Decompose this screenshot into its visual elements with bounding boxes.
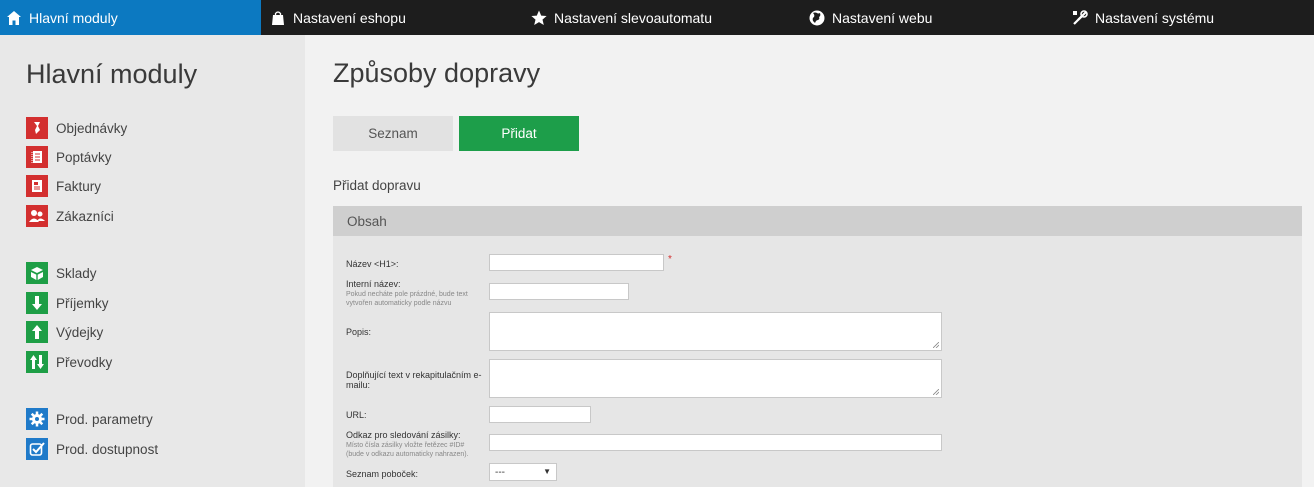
sidebar-item-label: Prod. parametry	[56, 411, 153, 427]
tracking-hint: Místo čísla zásilky vložte řetězec #ID# …	[346, 442, 469, 458]
internal-name-label: Interní název: Pokud necháte pole prázdn…	[346, 279, 486, 308]
arrow-down-icon	[26, 292, 48, 314]
name-input[interactable]	[489, 254, 664, 271]
url-label: URL:	[346, 410, 367, 420]
star-icon	[531, 10, 547, 25]
tools-icon	[1073, 9, 1088, 25]
tab-label: Hlavní moduly	[29, 9, 118, 26]
sidebar-item-prijemky[interactable]: Příjemky	[26, 292, 109, 314]
branches-label: Seznam poboček:	[346, 469, 419, 479]
tab-label: Nastavení eshopu	[293, 9, 406, 26]
checkbox-icon	[26, 438, 48, 460]
branches-select[interactable]: --- ▼	[489, 463, 557, 481]
invoices-icon	[26, 175, 48, 197]
gear-icon	[26, 408, 48, 430]
tab-hlavni-moduly[interactable]: Hlavní moduly	[0, 0, 261, 35]
warehouse-icon	[26, 262, 48, 284]
description-label: Popis:	[346, 327, 372, 337]
internal-name-hint: Pokud necháte pole prázdné, bude text vy…	[346, 291, 468, 307]
resize-handle-icon[interactable]	[933, 389, 939, 395]
sidebar-item-label: Faktury	[56, 178, 102, 194]
sidebar-item-label: Převodky	[56, 354, 113, 370]
panel-header: Obsah	[333, 206, 1302, 236]
description-textarea[interactable]	[489, 312, 942, 351]
sidebar-item-faktury[interactable]: Faktury	[26, 175, 101, 197]
globe-icon	[809, 10, 825, 25]
internal-name-input[interactable]	[489, 283, 629, 300]
page-title: Způsoby dopravy	[333, 58, 541, 88]
tab-label: Nastavení slevoautomatu	[554, 9, 712, 26]
sidebar-title: Hlavní moduly	[26, 59, 198, 89]
name-label: Název <H1>:	[346, 259, 399, 269]
sidebar-item-vydejky[interactable]: Výdejky	[26, 321, 103, 343]
sidebar-item-label: Objednávky	[56, 120, 128, 136]
sidebar-item-label: Sklady	[56, 265, 97, 281]
sidebar-item-label: Příjemky	[56, 295, 109, 311]
sidebar-item-zakaznici[interactable]: Zákazníci	[26, 205, 114, 227]
top-navigation: Hlavní moduly Nastavení eshopu Nastavení…	[0, 0, 1314, 35]
sidebar-item-prod-parametry[interactable]: Prod. parametry	[26, 408, 153, 430]
sidebar-item-label: Poptávky	[56, 149, 112, 165]
tab-nastaveni-eshopu[interactable]: Nastavení eshopu	[270, 0, 406, 35]
required-mark: *	[668, 254, 672, 265]
branches-value: ---	[495, 466, 505, 478]
shopping-bag-icon	[272, 10, 284, 25]
url-input[interactable]	[489, 406, 591, 423]
tab-nastaveni-webu[interactable]: Nastavení webu	[809, 0, 932, 35]
arrow-up-icon	[26, 321, 48, 343]
customers-icon	[26, 205, 48, 227]
home-icon	[7, 10, 21, 25]
add-button[interactable]: Přidat	[459, 116, 579, 151]
tracking-label: Odkaz pro sledování zásilky: Místo čísla…	[346, 430, 476, 459]
panel-title: Obsah	[347, 213, 387, 229]
tab-label: Nastavení webu	[832, 9, 933, 26]
sidebar-item-objednavky[interactable]: Objednávky	[26, 117, 127, 139]
orders-icon	[26, 117, 48, 139]
inquiries-icon	[26, 146, 48, 168]
sidebar-item-label: Výdejky	[56, 324, 104, 340]
sidebar-item-prevodky[interactable]: Převodky	[26, 351, 112, 373]
extra-text-label: Doplňující text v rekapitulačním e-mailu…	[346, 370, 482, 390]
extra-text-textarea[interactable]	[489, 359, 942, 398]
sidebar-item-label: Zákazníci	[56, 208, 114, 224]
sidebar-item-poptavky[interactable]: Poptávky	[26, 146, 112, 168]
tracking-input[interactable]	[489, 434, 942, 451]
section-label: Přidat dopravu	[333, 178, 421, 193]
tab-nastaveni-systemu[interactable]: Nastavení systému	[1072, 0, 1214, 35]
tab-nastaveni-slevoautomatu[interactable]: Nastavení slevoautomatu	[531, 0, 712, 35]
list-button[interactable]: Seznam	[333, 116, 453, 151]
transfer-icon	[26, 351, 48, 373]
sidebar-item-sklady[interactable]: Sklady	[26, 262, 97, 284]
tab-label: Nastavení systému	[1095, 9, 1215, 26]
caret-down-icon: ▼	[543, 467, 551, 476]
sidebar-item-label: Prod. dostupnost	[56, 441, 159, 457]
resize-handle-icon[interactable]	[933, 342, 939, 348]
sidebar-item-prod-dostupnost[interactable]: Prod. dostupnost	[26, 438, 158, 460]
